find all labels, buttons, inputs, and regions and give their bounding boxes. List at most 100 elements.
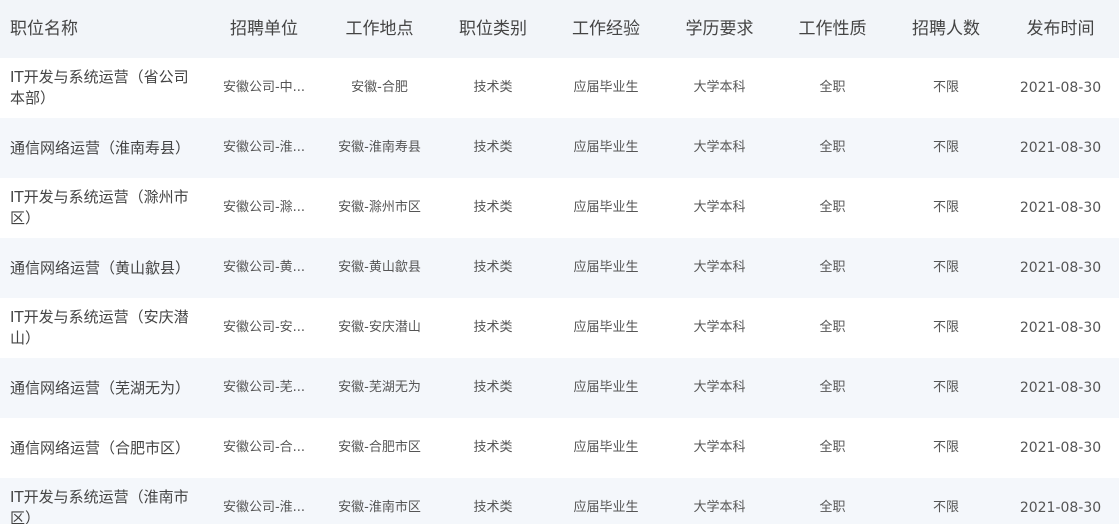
headcount-cell: 不限 [932, 200, 959, 215]
education-cell: 大学本科 [693, 140, 746, 155]
category-cell: 技术类 [473, 200, 513, 215]
date-cell: 2021-08-30 [1019, 200, 1102, 216]
location-cell: 安徽-安庆潜山 [338, 320, 421, 335]
table-row[interactable]: IT开发与系统运营（安庆潜山） 安徽公司-安... 安徽-安庆潜山 技术类 应届… [0, 298, 1119, 358]
education-cell: 大学本科 [693, 440, 746, 455]
unit-cell: 安徽公司-中... [222, 80, 306, 95]
job-title-link[interactable]: IT开发与系统运营（省公司本部） [10, 67, 201, 109]
job-title-cell[interactable]: 通信网络运营（淮南寿县） [0, 138, 207, 159]
job-type-cell: 全职 [819, 140, 846, 155]
experience-cell: 应届毕业生 [573, 80, 639, 95]
unit-cell: 安徽公司-芜... [222, 380, 306, 395]
job-title-link[interactable]: IT开发与系统运营（滁州市区） [10, 187, 201, 229]
location-cell: 安徽-合肥市区 [338, 440, 421, 455]
job-type-cell: 全职 [819, 200, 846, 215]
header-title: 职位名称 [10, 18, 78, 39]
table-body: IT开发与系统运营（省公司本部） 安徽公司-中... 安徽-合肥 技术类 应届毕… [0, 58, 1119, 524]
job-type-cell: 全职 [819, 440, 846, 455]
date-cell: 2021-08-30 [1019, 440, 1102, 456]
headcount-cell: 不限 [932, 320, 959, 335]
header-location: 工作地点 [345, 19, 414, 39]
job-title-link[interactable]: IT开发与系统运营（安庆潜山） [10, 307, 201, 349]
category-cell: 技术类 [473, 440, 513, 455]
table-row[interactable]: 通信网络运营（淮南寿县） 安徽公司-淮... 安徽-淮南寿县 技术类 应届毕业生… [0, 118, 1119, 178]
header-job-type: 工作性质 [798, 19, 867, 39]
job-type-cell: 全职 [819, 380, 846, 395]
experience-cell: 应届毕业生 [573, 140, 639, 155]
headcount-cell: 不限 [932, 140, 959, 155]
location-cell: 安徽-淮南寿县 [338, 140, 421, 155]
education-cell: 大学本科 [693, 80, 746, 95]
table-row[interactable]: 通信网络运营（芜湖无为） 安徽公司-芜... 安徽-芜湖无为 技术类 应届毕业生… [0, 358, 1119, 418]
date-cell: 2021-08-30 [1019, 380, 1102, 396]
job-type-cell: 全职 [819, 260, 846, 275]
job-title-cell[interactable]: IT开发与系统运营（滁州市区） [0, 187, 207, 229]
location-cell: 安徽-合肥 [351, 80, 408, 95]
table-row[interactable]: 通信网络运营（黄山歙县） 安徽公司-黄... 安徽-黄山歙县 技术类 应届毕业生… [0, 238, 1119, 298]
table-row[interactable]: IT开发与系统运营（省公司本部） 安徽公司-中... 安徽-合肥 技术类 应届毕… [0, 58, 1119, 118]
date-cell: 2021-08-30 [1019, 500, 1102, 516]
headcount-cell: 不限 [932, 380, 959, 395]
education-cell: 大学本科 [693, 500, 746, 515]
experience-cell: 应届毕业生 [573, 380, 639, 395]
header-education: 学历要求 [685, 19, 754, 39]
experience-cell: 应届毕业生 [573, 320, 639, 335]
job-title-cell[interactable]: IT开发与系统运营（安庆潜山） [0, 307, 207, 349]
unit-cell: 安徽公司-淮... [222, 140, 306, 155]
header-category: 职位类别 [459, 19, 527, 39]
job-table: 职位名称 招聘单位 工作地点 职位类别 工作经验 学历要求 工作性质 招聘人数 … [0, 0, 1119, 524]
location-cell: 安徽-芜湖无为 [338, 380, 421, 395]
job-title-cell[interactable]: 通信网络运营（黄山歙县） [0, 258, 207, 279]
category-cell: 技术类 [473, 320, 513, 335]
job-title-link[interactable]: IT开发与系统运营（淮南市区） [10, 487, 201, 524]
headcount-cell: 不限 [932, 260, 959, 275]
job-title-link[interactable]: 通信网络运营（淮南寿县） [10, 138, 201, 159]
education-cell: 大学本科 [693, 320, 746, 335]
unit-cell: 安徽公司-合... [222, 440, 306, 455]
job-title-cell[interactable]: 通信网络运营（合肥市区） [0, 438, 207, 459]
table-header: 职位名称 招聘单位 工作地点 职位类别 工作经验 学历要求 工作性质 招聘人数 … [0, 0, 1119, 58]
category-cell: 技术类 [473, 260, 513, 275]
table-row[interactable]: IT开发与系统运营（滁州市区） 安徽公司-滁... 安徽-滁州市区 技术类 应届… [0, 178, 1119, 238]
education-cell: 大学本科 [693, 200, 746, 215]
date-cell: 2021-08-30 [1019, 80, 1102, 96]
unit-cell: 安徽公司-安... [222, 320, 306, 335]
unit-cell: 安徽公司-滁... [222, 200, 306, 215]
header-experience: 工作经验 [572, 19, 640, 39]
experience-cell: 应届毕业生 [573, 260, 639, 275]
category-cell: 技术类 [473, 500, 513, 515]
unit-cell: 安徽公司-黄... [222, 260, 306, 275]
job-title-link[interactable]: 通信网络运营（黄山歙县） [10, 258, 201, 279]
location-cell: 安徽-淮南市区 [338, 500, 421, 515]
table-row[interactable]: IT开发与系统运营（淮南市区） 安徽公司-淮... 安徽-淮南市区 技术类 应届… [0, 478, 1119, 524]
job-title-cell[interactable]: IT开发与系统运营（省公司本部） [0, 67, 207, 109]
headcount-cell: 不限 [932, 500, 959, 515]
job-title-cell[interactable]: IT开发与系统运营（淮南市区） [0, 487, 207, 524]
category-cell: 技术类 [473, 80, 513, 95]
date-cell: 2021-08-30 [1019, 140, 1102, 156]
date-cell: 2021-08-30 [1019, 260, 1102, 276]
job-title-link[interactable]: 通信网络运营（芜湖无为） [10, 378, 201, 399]
job-type-cell: 全职 [819, 80, 846, 95]
table-row[interactable]: 通信网络运营（合肥市区） 安徽公司-合... 安徽-合肥市区 技术类 应届毕业生… [0, 418, 1119, 478]
experience-cell: 应届毕业生 [573, 440, 639, 455]
experience-cell: 应届毕业生 [573, 500, 639, 515]
date-cell: 2021-08-30 [1019, 320, 1102, 336]
job-type-cell: 全职 [819, 320, 846, 335]
location-cell: 安徽-黄山歙县 [338, 260, 421, 275]
header-date: 发布时间 [1026, 19, 1095, 39]
experience-cell: 应届毕业生 [573, 200, 639, 215]
job-title-cell[interactable]: 通信网络运营（芜湖无为） [0, 378, 207, 399]
location-cell: 安徽-滁州市区 [338, 200, 421, 215]
unit-cell: 安徽公司-淮... [222, 500, 306, 515]
category-cell: 技术类 [473, 380, 513, 395]
header-headcount: 招聘人数 [912, 19, 980, 39]
education-cell: 大学本科 [693, 380, 746, 395]
category-cell: 技术类 [473, 140, 513, 155]
job-title-link[interactable]: 通信网络运营（合肥市区） [10, 438, 201, 459]
headcount-cell: 不限 [932, 80, 959, 95]
job-type-cell: 全职 [819, 500, 846, 515]
education-cell: 大学本科 [693, 260, 746, 275]
headcount-cell: 不限 [932, 440, 959, 455]
header-unit: 招聘单位 [230, 19, 298, 39]
